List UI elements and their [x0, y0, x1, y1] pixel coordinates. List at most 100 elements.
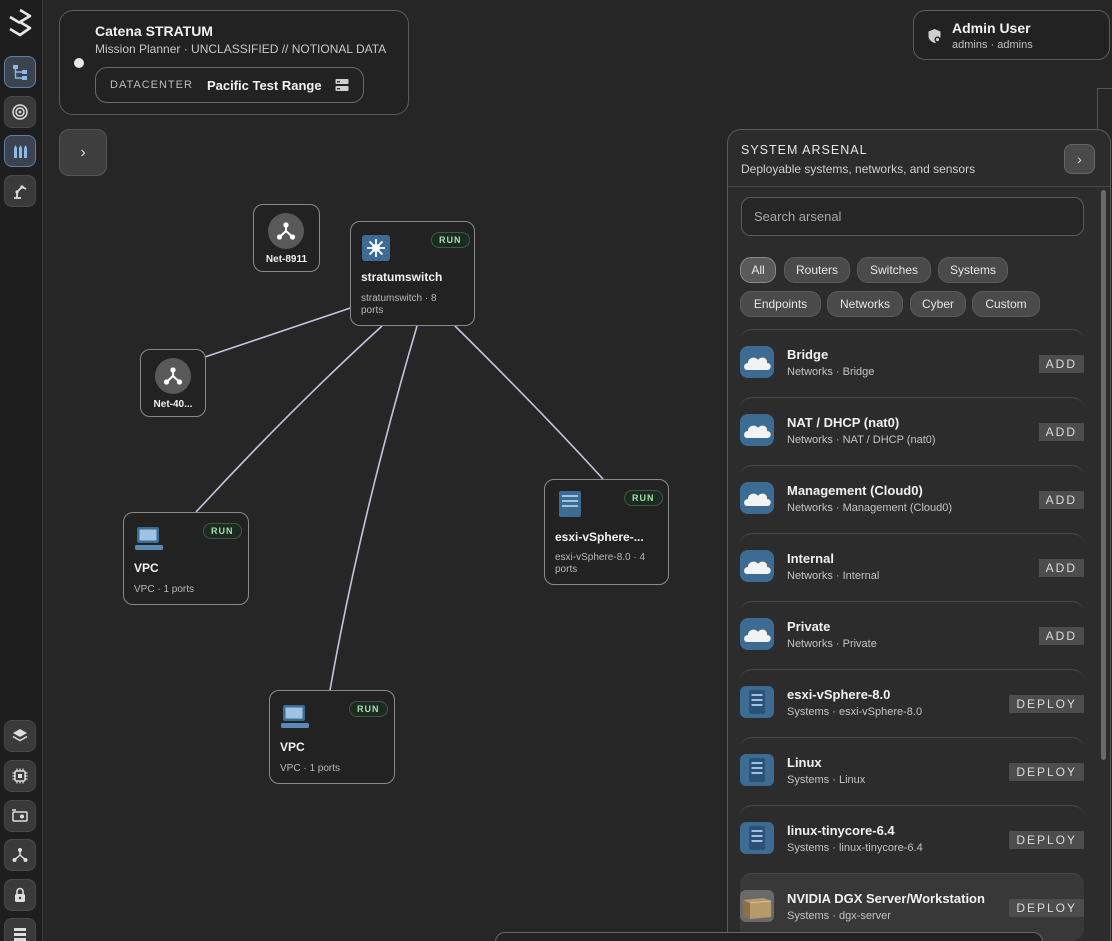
node-esxi-vsphere[interactable]: RUN esxi-vSphere-... esxi-vSphere-8.0 · … [544, 479, 669, 585]
link-switch-vpc2 [329, 325, 418, 691]
filter-chip-endpoints[interactable]: Endpoints [740, 291, 821, 317]
filter-chip-cyber[interactable]: Cyber [910, 291, 966, 317]
item-meta: Networks · Internal [787, 570, 880, 582]
arsenal-item[interactable]: NAT / DHCP (nat0) Networks · NAT / DHCP … [740, 397, 1084, 465]
item-name: NVIDIA DGX Server/Workstation [787, 891, 985, 906]
item-meta: Networks · NAT / DHCP (nat0) [787, 434, 936, 446]
add-button[interactable]: ADD [1038, 491, 1084, 509]
filter-chip-custom[interactable]: Custom [972, 291, 1040, 317]
datacenter-value: Pacific Test Range [206, 77, 322, 93]
user-role: admins · admins [952, 39, 1033, 51]
user-card[interactable]: Admin User admins · admins [913, 10, 1110, 60]
filter-chip-systems[interactable]: Systems [938, 257, 1008, 283]
collapse-panel-button[interactable]: › [1064, 144, 1095, 174]
item-meta: Systems · Linux [787, 774, 866, 786]
node-meta: stratumswitch · 8 ports [361, 293, 437, 316]
add-button[interactable]: ADD [1038, 627, 1084, 645]
app-subtitle: Mission Planner · UNCLASSIFIED // NOTION… [95, 42, 387, 56]
add-button[interactable]: ADD [1038, 355, 1084, 373]
network-hub-icon [155, 358, 191, 394]
cloud-icon [740, 618, 774, 650]
arsenal-item[interactable]: Internal Networks · Internal ADD [740, 533, 1084, 601]
run-status-badge: RUN [349, 701, 388, 717]
deploy-button[interactable]: DEPLOY [1009, 763, 1084, 781]
arsenal-item[interactable]: esxi-vSphere-8.0 Systems · esxi-vSphere-… [740, 669, 1084, 737]
filter-chip-switches[interactable]: Switches [857, 257, 931, 283]
arsenal-item[interactable]: Management (Cloud0) Networks · Managemen… [740, 465, 1084, 533]
add-button[interactable]: ADD [1038, 423, 1084, 441]
server-rack-icon [335, 79, 349, 91]
system-arsenal-panel: SYSTEM ARSENAL Deployable systems, netwo… [727, 129, 1111, 941]
server-icon [740, 754, 774, 786]
panel-subtitle: Deployable systems, networks, and sensor… [741, 162, 976, 176]
shield-user-icon [928, 29, 941, 43]
deploy-button[interactable]: DEPLOY [1009, 695, 1084, 713]
arsenal-item[interactable]: Bridge Networks · Bridge ADD [740, 329, 1084, 397]
add-button[interactable]: ADD [1038, 559, 1084, 577]
node-vpc-2[interactable]: RUN VPC VPC · 1 ports [269, 690, 395, 784]
arsenal-item[interactable]: NVIDIA DGX Server/Workstation Systems · … [740, 873, 1084, 941]
search-input[interactable] [741, 197, 1084, 236]
node-meta: VPC · 1 ports [134, 584, 195, 595]
workstation-icon [281, 705, 309, 728]
filter-chip-routers[interactable]: Routers [784, 257, 850, 283]
node-name: esxi-vSphere-... [555, 530, 644, 544]
status-dot [74, 58, 84, 68]
item-name: Internal [787, 551, 834, 566]
item-name: Bridge [787, 347, 829, 362]
server-icon [559, 491, 581, 517]
item-name: Management (Cloud0) [787, 483, 923, 498]
node-vpc-1[interactable]: RUN VPC VPC · 1 ports [123, 512, 249, 605]
panel-scrollbar[interactable] [1101, 190, 1106, 760]
node-meta: esxi-vSphere-8.0 · 4 ports [555, 552, 646, 575]
node-name: VPC [280, 740, 305, 754]
dgx-server-icon [740, 890, 774, 922]
deploy-button[interactable]: DEPLOY [1009, 899, 1084, 917]
run-status-badge: RUN [431, 232, 470, 248]
deploy-button[interactable]: DEPLOY [1009, 831, 1084, 849]
item-name: linux-tinycore-6.4 [787, 823, 895, 838]
item-meta: Networks · Bridge [787, 366, 875, 378]
server-icon [740, 822, 774, 854]
node-name: VPC [134, 561, 159, 575]
link-switch-esxi [454, 325, 604, 480]
item-name: Private [787, 619, 831, 634]
item-name: Linux [787, 755, 822, 770]
mission-header: Catena STRATUM Mission Planner · UNCLASS… [59, 10, 409, 115]
arsenal-item[interactable]: Private Networks · Private ADD [740, 601, 1084, 669]
item-meta: Networks · Management (Cloud0) [787, 502, 953, 514]
network-node-net-40[interactable]: Net-40... [140, 349, 206, 417]
node-name: stratumswitch [361, 270, 443, 284]
run-status-badge: RUN [203, 523, 242, 539]
node-stratumswitch[interactable]: RUN stratumswitch stratumswitch · 8 port… [350, 221, 475, 326]
bottom-toolbar[interactable] [495, 932, 1043, 941]
item-name: esxi-vSphere-8.0 [787, 687, 891, 702]
network-label: Net-40... [153, 399, 193, 410]
item-meta: Systems · linux-tinycore-6.4 [787, 842, 923, 854]
app-title: Catena STRATUM [95, 23, 213, 39]
filter-chip-all[interactable]: All [740, 257, 776, 283]
switch-icon [362, 235, 390, 261]
arsenal-item[interactable]: linux-tinycore-6.4 Systems · linux-tinyc… [740, 805, 1084, 873]
network-hub-icon [268, 213, 304, 249]
run-status-badge: RUN [624, 490, 663, 506]
datacenter-selector[interactable]: DATACENTER Pacific Test Range [95, 67, 364, 103]
network-node-net-8911[interactable]: Net-8911 [253, 204, 320, 272]
user-name: Admin User [952, 20, 1031, 36]
cloud-icon [740, 550, 774, 582]
cloud-icon [740, 482, 774, 514]
node-meta: VPC · 1 ports [280, 763, 341, 774]
server-icon [740, 686, 774, 718]
item-meta: Networks · Private [787, 638, 877, 650]
link-switch-vpc1 [195, 325, 383, 513]
item-name: NAT / DHCP (nat0) [787, 415, 900, 430]
expand-sidebar-button[interactable]: › [59, 129, 107, 176]
item-meta: Systems · dgx-server [787, 910, 891, 922]
cloud-icon [740, 414, 774, 446]
item-meta: Systems · esxi-vSphere-8.0 [787, 706, 923, 718]
panel-title: SYSTEM ARSENAL [741, 143, 868, 157]
filter-chip-networks[interactable]: Networks [827, 291, 903, 317]
datacenter-label: DATACENTER [110, 79, 193, 91]
arsenal-item[interactable]: Linux Systems · Linux DEPLOY [740, 737, 1084, 805]
network-label: Net-8911 [265, 254, 308, 265]
